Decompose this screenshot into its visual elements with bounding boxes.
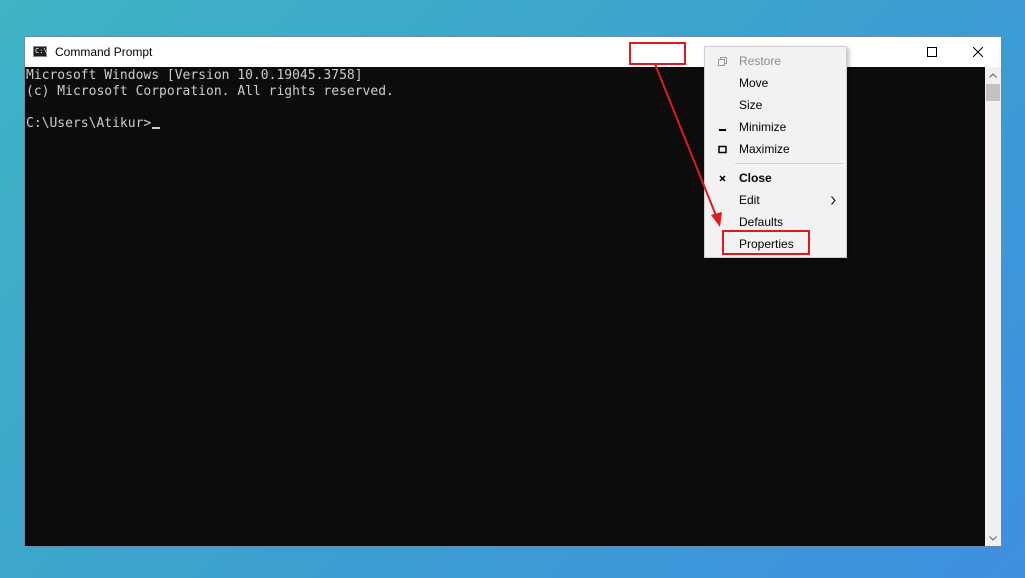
annotation-arrow — [654, 63, 722, 227]
